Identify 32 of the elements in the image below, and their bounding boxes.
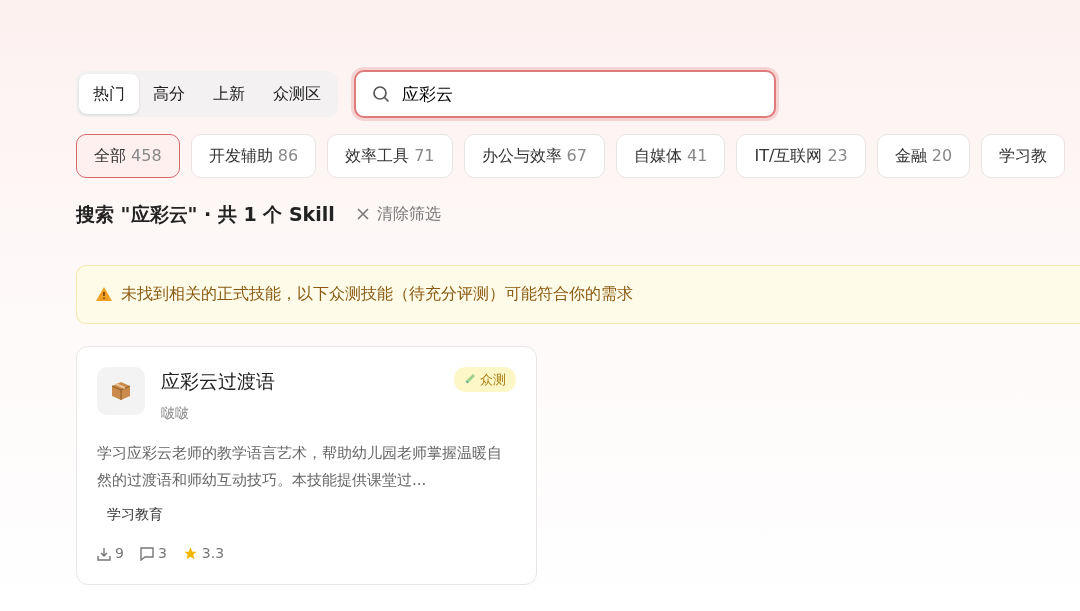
close-icon (356, 208, 369, 221)
skill-author: 啵啵 (161, 404, 190, 423)
comment-count: 3 (157, 544, 167, 563)
category-chip[interactable]: IT/互联网 23 (736, 134, 866, 178)
skill-card[interactable]: 应彩云过渡语 啵啵 众测 学习应彩云老师的教学语言艺术，帮助幼儿园老师掌握温暖自然的过渡语和师幼互动技巧。本技能提供课堂过... 学习教育 9 3 3.3 (76, 345, 537, 585)
tab[interactable]: 上新 (199, 74, 259, 114)
comment-icon (139, 546, 154, 561)
skill-description: 学习应彩云老师的教学语言艺术，帮助幼儿园老师掌握温暖自然的过渡语和师幼互动技巧。本技能提供课堂过... (97, 443, 503, 491)
category-chip[interactable]: 开发辅助 86 (190, 134, 317, 178)
tab[interactable]: 众测区 (259, 74, 335, 114)
tab[interactable]: 热门 (79, 74, 139, 114)
search-field[interactable]: 应彩云 (354, 70, 776, 118)
category-chip[interactable]: 全部 458 (76, 134, 180, 178)
beta-badge: 众测 (454, 366, 516, 392)
warning-icon (95, 286, 113, 302)
star-icon (182, 546, 198, 561)
category-chip[interactable]: 金融 20 (876, 134, 971, 178)
category-chip[interactable]: 学习教 (981, 134, 1066, 178)
download-count: 9 (115, 544, 124, 563)
rating-value: 3.3 (201, 544, 225, 563)
result-heading: 搜索 "应彩云" · 共 1 个 Skill (76, 202, 335, 227)
clear-filter-link[interactable]: 清除筛选 (350, 201, 447, 228)
category-chip[interactable]: 效率工具 71 (327, 134, 453, 178)
notice-text: 未找到相关的正式技能，以下众测技能（待充分评测）可能符合你的需求 (121, 283, 633, 305)
download-icon (97, 546, 111, 561)
package-icon (110, 379, 132, 402)
tab[interactable]: 高分 (139, 74, 199, 114)
skill-title: 应彩云过渡语 (161, 368, 276, 394)
search-icon (372, 85, 390, 103)
tag-label: 学习教育 (106, 505, 164, 524)
category-chip[interactable]: 办公与效率 67 (463, 134, 605, 178)
category-chip[interactable]: 自媒体 41 (616, 134, 726, 178)
